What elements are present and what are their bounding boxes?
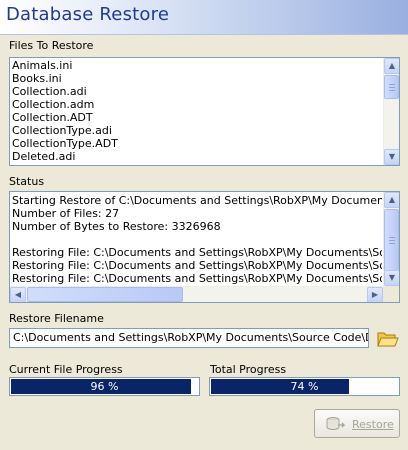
status-line: Starting Restore of C:\Documents and Set… [12,194,382,207]
scroll-down-button[interactable]: ▼ [384,149,399,165]
files-list: Animals.ini Books.ini Collection.adi Collec… [12,59,382,165]
files-label: Files To Restore [9,39,94,52]
file-list-item[interactable]: Deleted.adi [12,150,382,163]
browse-folder-button[interactable] [374,327,400,349]
file-list-item[interactable]: Deleted.ADT [12,163,382,165]
status-line: Number of Bytes to Restore: 3326968 [12,220,221,233]
status-lines: Starting Restore of C:\Documents and Set… [12,194,382,285]
restore-button-label: Restore [352,418,394,431]
total-progress-text: 74 % [290,380,319,393]
restore-filename-input[interactable]: C:\Documents and Settings\RobXP\My Docum… [9,328,369,348]
files-listbox[interactable]: Animals.ini Books.ini Collection.adi Collec… [9,57,400,166]
file-list-item[interactable]: CollectionType.ADT [12,137,382,150]
status-line: Restoring File: C:\Documents and Setting… [12,246,382,259]
scroll-down-button[interactable]: ▼ [384,270,399,286]
scroll-right-button[interactable]: ▶ [367,287,383,302]
current-progress-text: 96 % [90,380,119,393]
file-list-item[interactable]: Collection.ADT [12,111,382,124]
file-list-item[interactable]: Collection.adi [12,85,382,98]
scroll-thumb[interactable] [384,75,399,99]
restore-filename-label: Restore Filename [9,312,104,325]
scroll-up-button[interactable]: ▲ [384,192,399,208]
status-label: Status [9,175,45,188]
files-vertical-scrollbar[interactable]: ▲ ▼ [383,58,399,165]
status-log[interactable]: Starting Restore of C:\Documents and Set… [9,191,400,303]
restore-button[interactable]: Restore [314,409,400,438]
current-progress-label: Current File Progress [9,363,123,376]
status-line: Number of Files: 27 [12,207,120,220]
file-list-item[interactable]: Collection.adm [12,98,382,111]
status-line: Restoring File: C:\Documents and Setting… [12,259,382,272]
status-horizontal-scrollbar[interactable]: ◀ ▶ [10,286,383,302]
status-line [12,233,382,246]
file-list-item[interactable]: CollectionType.adi [12,124,382,137]
status-vertical-scrollbar[interactable]: ▲ ▼ [383,192,399,286]
scroll-left-button[interactable]: ◀ [10,287,26,302]
window-title: Database Restore [6,4,170,25]
current-file-progress-bar: 96 % [9,377,200,396]
file-list-item[interactable]: Animals.ini [12,59,382,72]
title-bar: Database Restore [0,0,408,35]
total-progress-bar: 74 % [209,377,400,396]
scroll-up-button[interactable]: ▲ [384,58,399,74]
scroll-thumb[interactable] [384,209,399,271]
scroll-thumb-horizontal[interactable] [27,287,183,302]
folder-open-icon [377,332,399,347]
scrollbar-corner [383,286,399,302]
total-progress-label: Total Progress [210,363,287,376]
restore-db-icon [326,417,346,430]
status-line: Restoring File: C:\Documents and Setting… [12,272,382,285]
file-list-item[interactable]: Books.ini [12,72,382,85]
